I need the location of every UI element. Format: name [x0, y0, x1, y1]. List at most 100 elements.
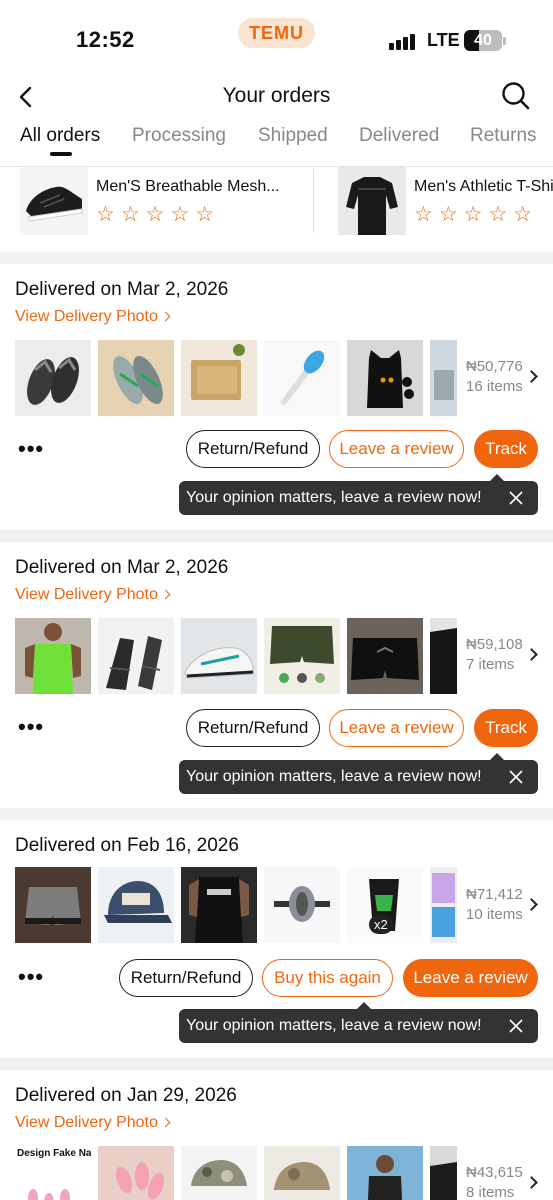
- more-options-button[interactable]: •••: [18, 716, 44, 738]
- order-card[interactable]: Delivered on Mar 2, 2026 View Delivery P…: [0, 264, 553, 530]
- product-thumbnail: [181, 867, 257, 943]
- status-bar: 12:52 TEMU LTE 40: [0, 0, 553, 72]
- link-label: View Delivery Photo: [15, 308, 158, 325]
- order-item-count: 8 items: [466, 1184, 515, 1200]
- product-thumbnail: x2: [347, 867, 423, 943]
- product-thumbnail: [98, 340, 174, 416]
- tab-delivered[interactable]: Delivered: [359, 125, 439, 147]
- search-icon: [502, 82, 530, 110]
- section-gap: [0, 530, 553, 542]
- product-thumbnails[interactable]: x2: [15, 867, 457, 943]
- track-button[interactable]: Track: [474, 430, 538, 468]
- battery-level: 40: [474, 32, 492, 49]
- product-thumbnail: [264, 1146, 340, 1200]
- more-options-button[interactable]: •••: [18, 966, 44, 988]
- product-thumbnail: [15, 340, 91, 416]
- divider: [313, 169, 314, 233]
- product-thumbnails[interactable]: [15, 340, 457, 416]
- tab-all-orders[interactable]: All orders: [20, 125, 100, 147]
- product-thumbnail: [430, 618, 457, 694]
- chevron-right-icon[interactable]: [525, 370, 538, 383]
- temu-badge[interactable]: TEMU: [238, 18, 315, 48]
- tooltip-text: Your opinion matters, leave a review now…: [186, 768, 482, 785]
- review-tooltip: Your opinion matters, leave a review now…: [179, 1002, 538, 1043]
- order-status-title: Delivered on Feb 16, 2026: [15, 835, 239, 856]
- product-thumbnails[interactable]: [15, 618, 457, 694]
- product-thumbnail: [338, 167, 406, 235]
- review-card[interactable]: Men's Athletic T-Shirt ☆☆☆☆☆: [338, 167, 553, 235]
- review-product-name: Men'S Breathable Mesh...: [96, 178, 280, 195]
- review-card[interactable]: Men'S Breathable Mesh... ☆☆☆☆☆: [20, 167, 313, 235]
- return-refund-button[interactable]: Return/Refund: [186, 430, 320, 468]
- tab-processing[interactable]: Processing: [132, 125, 226, 147]
- order-card[interactable]: Delivered on Feb 16, 2026 x2 ₦71,412 10 …: [0, 820, 553, 1058]
- tooltip-text: Your opinion matters, leave a review now…: [186, 1017, 482, 1034]
- order-status-title: Delivered on Mar 2, 2026: [15, 557, 229, 578]
- battery-icon: 40: [464, 30, 502, 51]
- order-card[interactable]: Delivered on Mar 2, 2026 View Delivery P…: [0, 542, 553, 808]
- product-thumbnail: [98, 618, 174, 694]
- product-thumbnail: [20, 167, 88, 235]
- order-price: ₦50,776: [466, 358, 523, 375]
- track-button[interactable]: Track: [474, 709, 538, 747]
- link-label: View Delivery Photo: [15, 586, 158, 603]
- status-time: 12:52: [76, 27, 135, 52]
- product-thumbnail: [430, 340, 457, 416]
- order-price: ₦43,615: [466, 1164, 523, 1181]
- product-thumbnail: [264, 867, 340, 943]
- active-tab-indicator: [50, 152, 72, 156]
- product-thumbnail: [347, 618, 423, 694]
- buy-again-button[interactable]: Buy this again: [262, 959, 393, 997]
- close-icon[interactable]: [508, 490, 524, 506]
- view-delivery-photo-link[interactable]: View Delivery Photo: [15, 308, 171, 326]
- chevron-right-icon[interactable]: [525, 1176, 538, 1189]
- product-thumbnail: [181, 1146, 257, 1200]
- product-thumbnail: [15, 618, 91, 694]
- section-gap: [0, 252, 553, 264]
- chevron-right-icon[interactable]: [525, 648, 538, 661]
- review-carousel: Men'S Breathable Mesh... ☆☆☆☆☆ Men's Ath…: [0, 167, 553, 249]
- product-thumbnail: [98, 1146, 174, 1200]
- review-tooltip: Your opinion matters, leave a review now…: [179, 474, 538, 515]
- order-item-count: 16 items: [466, 378, 523, 395]
- chevron-right-icon[interactable]: [525, 898, 538, 911]
- star-rating[interactable]: ☆☆☆☆☆: [96, 202, 220, 227]
- order-price: ₦71,412: [466, 886, 523, 903]
- leave-review-button[interactable]: Leave a review: [403, 959, 538, 997]
- product-thumbnails[interactable]: Design Fake Nails: [15, 1146, 457, 1200]
- order-item-count: 7 items: [466, 656, 515, 673]
- leave-review-button[interactable]: Leave a review: [329, 709, 464, 747]
- order-item-count: 10 items: [466, 906, 523, 923]
- product-thumbnail: [264, 340, 340, 416]
- chevron-right-icon: [160, 1117, 171, 1128]
- product-thumbnail: [347, 340, 423, 416]
- order-card[interactable]: Delivered on Jan 29, 2026 View Delivery …: [0, 1070, 553, 1200]
- tab-returns[interactable]: Returns: [470, 125, 537, 147]
- quantity-badge: x2: [369, 915, 393, 934]
- close-icon[interactable]: [508, 769, 524, 785]
- close-icon[interactable]: [508, 1018, 524, 1034]
- network-label: LTE: [427, 30, 460, 50]
- more-options-button[interactable]: •••: [18, 438, 44, 460]
- view-delivery-photo-link[interactable]: View Delivery Photo: [15, 586, 171, 604]
- product-thumbnail: [98, 867, 174, 943]
- product-thumbnail: Design Fake Nails: [15, 1146, 91, 1200]
- order-status-title: Delivered on Jan 29, 2026: [15, 1085, 237, 1106]
- order-tabs: All orders Processing Shipped Delivered …: [0, 125, 553, 167]
- return-refund-button[interactable]: Return/Refund: [119, 959, 253, 997]
- battery-tip: [503, 37, 506, 45]
- product-thumbnail: [264, 618, 340, 694]
- chevron-right-icon: [160, 589, 171, 600]
- return-refund-button[interactable]: Return/Refund: [186, 709, 320, 747]
- order-price: ₦59,108: [466, 636, 523, 653]
- leave-review-button[interactable]: Leave a review: [329, 430, 464, 468]
- view-delivery-photo-link[interactable]: View Delivery Photo: [15, 1114, 171, 1132]
- star-rating[interactable]: ☆☆☆☆☆: [414, 202, 538, 227]
- tab-shipped[interactable]: Shipped: [258, 125, 328, 147]
- section-gap: [0, 1058, 553, 1070]
- search-button[interactable]: [500, 80, 532, 112]
- chevron-right-icon: [160, 311, 171, 322]
- link-label: View Delivery Photo: [15, 1114, 158, 1131]
- product-thumbnail: [347, 1146, 423, 1200]
- review-tooltip: Your opinion matters, leave a review now…: [179, 753, 538, 794]
